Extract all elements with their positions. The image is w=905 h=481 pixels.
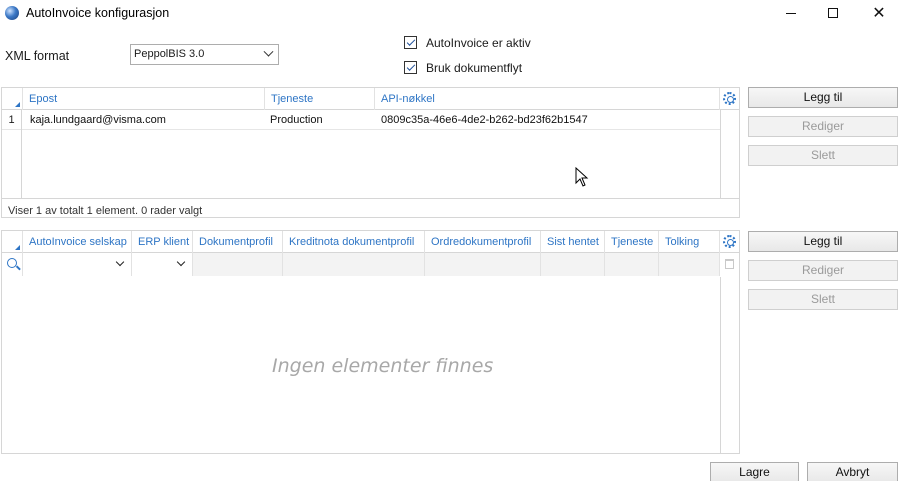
cell-epost: kaja.lundgaard@visma.com — [30, 114, 166, 126]
row-number: 1 — [2, 110, 22, 198]
vertical-scrollbar[interactable] — [720, 277, 721, 453]
window-title: AutoInvoice konfigurasjon — [26, 6, 170, 20]
edit-company-button[interactable]: Rediger — [748, 260, 898, 281]
filter-clear-button[interactable] — [720, 253, 739, 276]
minimize-icon — [786, 12, 796, 14]
col-tjeneste[interactable]: Tjeneste — [605, 231, 659, 253]
xml-format-label: XML format — [5, 49, 70, 63]
save-button[interactable]: Lagre — [710, 462, 799, 481]
edit-email-button[interactable]: Rediger — [748, 116, 898, 137]
autoinvoice-active-label: AutoInvoice er aktiv — [426, 36, 531, 50]
xml-format-value: PeppolBIS 3.0 — [134, 48, 205, 60]
cell-api-key: 0809c35a-46e6-4de2-b262-bd23f62b1547 — [381, 114, 588, 126]
gear-icon — [723, 235, 736, 248]
delete-email-button[interactable]: Slett — [748, 145, 898, 166]
col-erp-klient[interactable]: ERP klient — [132, 231, 193, 253]
chevron-down-icon — [176, 257, 186, 267]
filter-ordredokument — [425, 253, 541, 276]
cell-tjeneste: Production — [270, 114, 323, 126]
col-tjeneste[interactable]: Tjeneste — [265, 88, 375, 110]
sort-corner-icon — [15, 102, 20, 107]
cancel-button[interactable]: Avbryt — [807, 462, 898, 481]
minimize-button[interactable] — [768, 0, 814, 26]
document-flow-checkbox[interactable] — [404, 61, 417, 74]
grid-settings-button[interactable] — [720, 88, 740, 110]
grid-corner[interactable] — [2, 88, 23, 110]
vertical-scrollbar[interactable] — [720, 110, 721, 198]
col-sist-hentet[interactable]: Sist hentet — [541, 231, 605, 253]
chevron-down-icon — [115, 257, 125, 267]
filter-row — [2, 253, 739, 276]
maximize-icon — [828, 8, 838, 18]
col-ordredokumentprofil[interactable]: Ordredokumentprofil — [425, 231, 541, 253]
close-icon: ✕ — [872, 5, 886, 22]
filter-search-button[interactable] — [2, 253, 23, 276]
grid-settings-button[interactable] — [720, 231, 740, 253]
grid-corner[interactable] — [2, 231, 23, 253]
trash-icon — [725, 259, 734, 269]
filter-kreditnota — [283, 253, 425, 276]
company-grid-header: AutoInvoice selskap ERP klient Dokumentp… — [2, 231, 739, 253]
email-grid: Epost Tjeneste API-nøkkel 1 kaja.lundgaa… — [1, 87, 740, 218]
filter-erp-select[interactable] — [132, 253, 193, 276]
delete-company-button[interactable]: Slett — [748, 289, 898, 310]
search-icon — [7, 258, 17, 268]
autoinvoice-active-checkbox[interactable] — [404, 36, 417, 49]
add-email-button[interactable]: Legg til — [748, 87, 898, 108]
col-dokumentprofil[interactable]: Dokumentprofil — [193, 231, 283, 253]
company-grid: AutoInvoice selskap ERP klient Dokumentp… — [1, 230, 740, 454]
filter-tolking — [659, 253, 720, 276]
filter-tjeneste — [605, 253, 659, 276]
grid-status-bar: Viser 1 av totalt 1 element. 0 rader val… — [2, 198, 739, 217]
close-button[interactable]: ✕ — [856, 0, 902, 26]
mouse-cursor-icon — [575, 167, 589, 187]
email-grid-header: Epost Tjeneste API-nøkkel — [2, 88, 739, 110]
filter-company-select[interactable] — [23, 253, 132, 276]
document-flow-label: Bruk dokumentflyt — [426, 61, 523, 75]
add-company-button[interactable]: Legg til — [748, 231, 898, 252]
col-api-key[interactable]: API-nøkkel — [375, 88, 720, 110]
filter-sist-hentet — [541, 253, 605, 276]
chevron-down-icon — [263, 46, 274, 57]
empty-state-text: Ingen elementer finnes — [272, 355, 494, 377]
maximize-button[interactable] — [810, 0, 856, 26]
gear-icon — [723, 92, 736, 105]
grid-status-text: Viser 1 av totalt 1 element. 0 rader val… — [8, 205, 203, 217]
xml-format-select[interactable]: PeppolBIS 3.0 — [130, 44, 279, 65]
sort-corner-icon — [15, 245, 20, 250]
filter-dokumentprofil — [193, 253, 283, 276]
col-tolking[interactable]: Tolking — [659, 231, 720, 253]
col-epost[interactable]: Epost — [23, 88, 265, 110]
col-kreditnota-dokumentprofil[interactable]: Kreditnota dokumentprofil — [283, 231, 425, 253]
col-autoinvoice-selskap[interactable]: AutoInvoice selskap — [23, 231, 132, 253]
table-row[interactable]: 1 kaja.lundgaard@visma.com Production 08… — [2, 110, 720, 198]
app-globe-icon — [5, 6, 19, 20]
